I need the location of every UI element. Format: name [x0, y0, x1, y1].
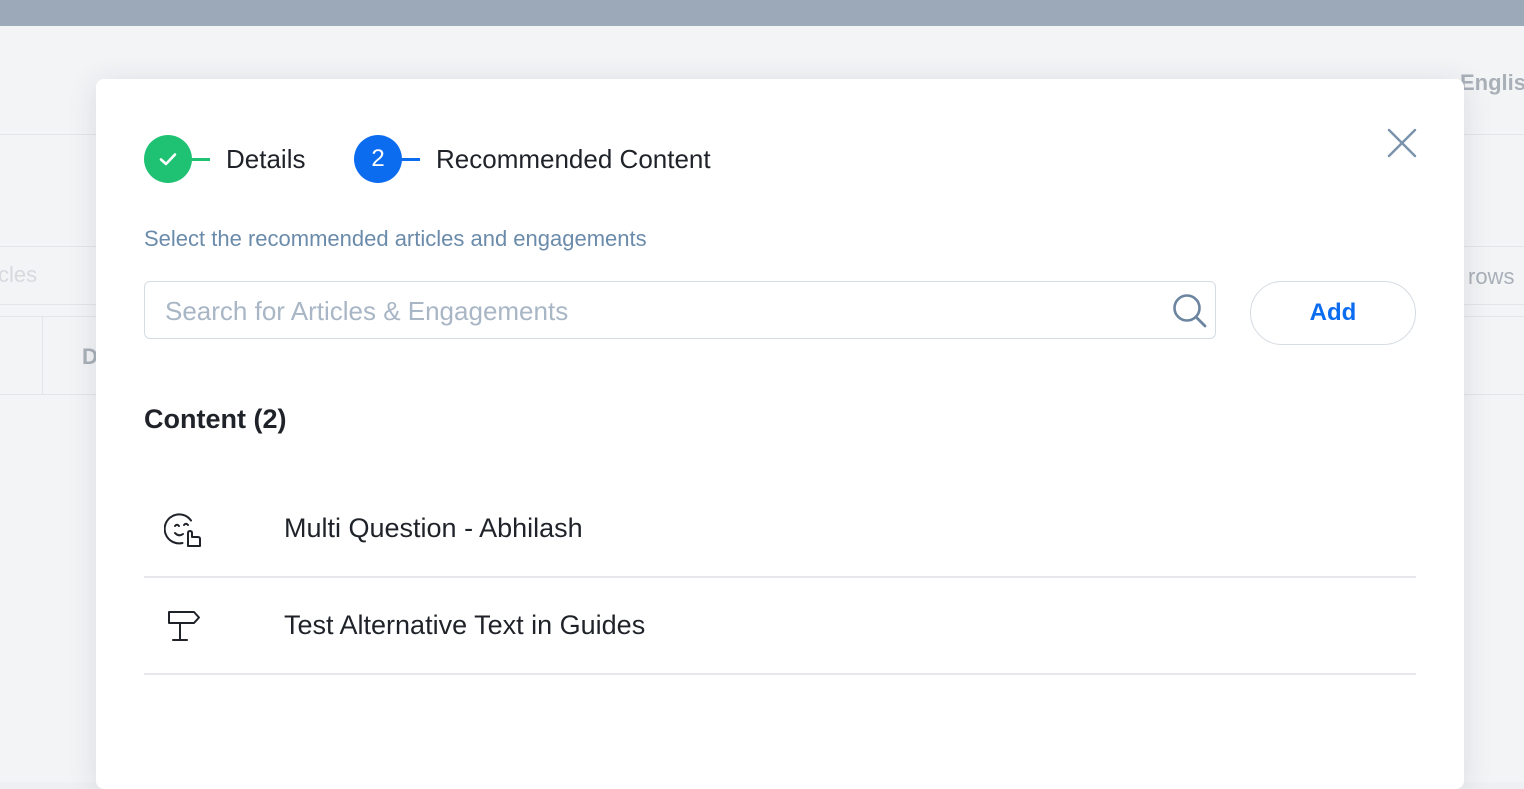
recommended-content-modal: Details 2 Recommended Content Select the… — [96, 79, 1464, 789]
language-selector[interactable]: Englis — [1460, 70, 1524, 96]
search-icon[interactable] — [1171, 292, 1209, 330]
step-number-badge: 2 — [354, 135, 402, 183]
step-label: Details — [226, 143, 306, 174]
close-icon — [1387, 128, 1417, 158]
modal-subtitle: Select the recommended articles and enga… — [144, 226, 647, 251]
step-connector — [190, 157, 210, 161]
list-item[interactable]: Test Alternative Text in Guides — [144, 578, 1416, 675]
search-input[interactable] — [163, 282, 1147, 340]
step-recommended-content[interactable]: 2 Recommended Content — [354, 135, 711, 183]
list-item[interactable]: Multi Question - Abhilash — [144, 481, 1416, 578]
app-top-bar — [0, 0, 1524, 26]
checkmark-icon — [159, 153, 177, 166]
content-list: Multi Question - Abhilash Test Alternati… — [144, 481, 1416, 675]
background-tab-label: cles — [0, 262, 38, 287]
list-item-title: Multi Question - Abhilash — [284, 513, 583, 543]
search-field — [144, 281, 1216, 340]
step-complete-badge — [144, 135, 192, 183]
step-details[interactable]: Details — [144, 135, 305, 183]
guide-signpost-icon — [168, 611, 200, 641]
list-item-title: Test Alternative Text in Guides — [284, 610, 646, 640]
engagement-survey-icon — [164, 513, 201, 547]
step-connector — [400, 157, 420, 161]
step-label: Recommended Content — [436, 143, 711, 174]
content-heading: Content (2) — [144, 404, 287, 434]
background-rows-label: rows — [1468, 264, 1515, 289]
close-button[interactable] — [1382, 123, 1422, 163]
add-button[interactable]: Add — [1250, 281, 1416, 345]
background-column-divider — [42, 316, 43, 394]
